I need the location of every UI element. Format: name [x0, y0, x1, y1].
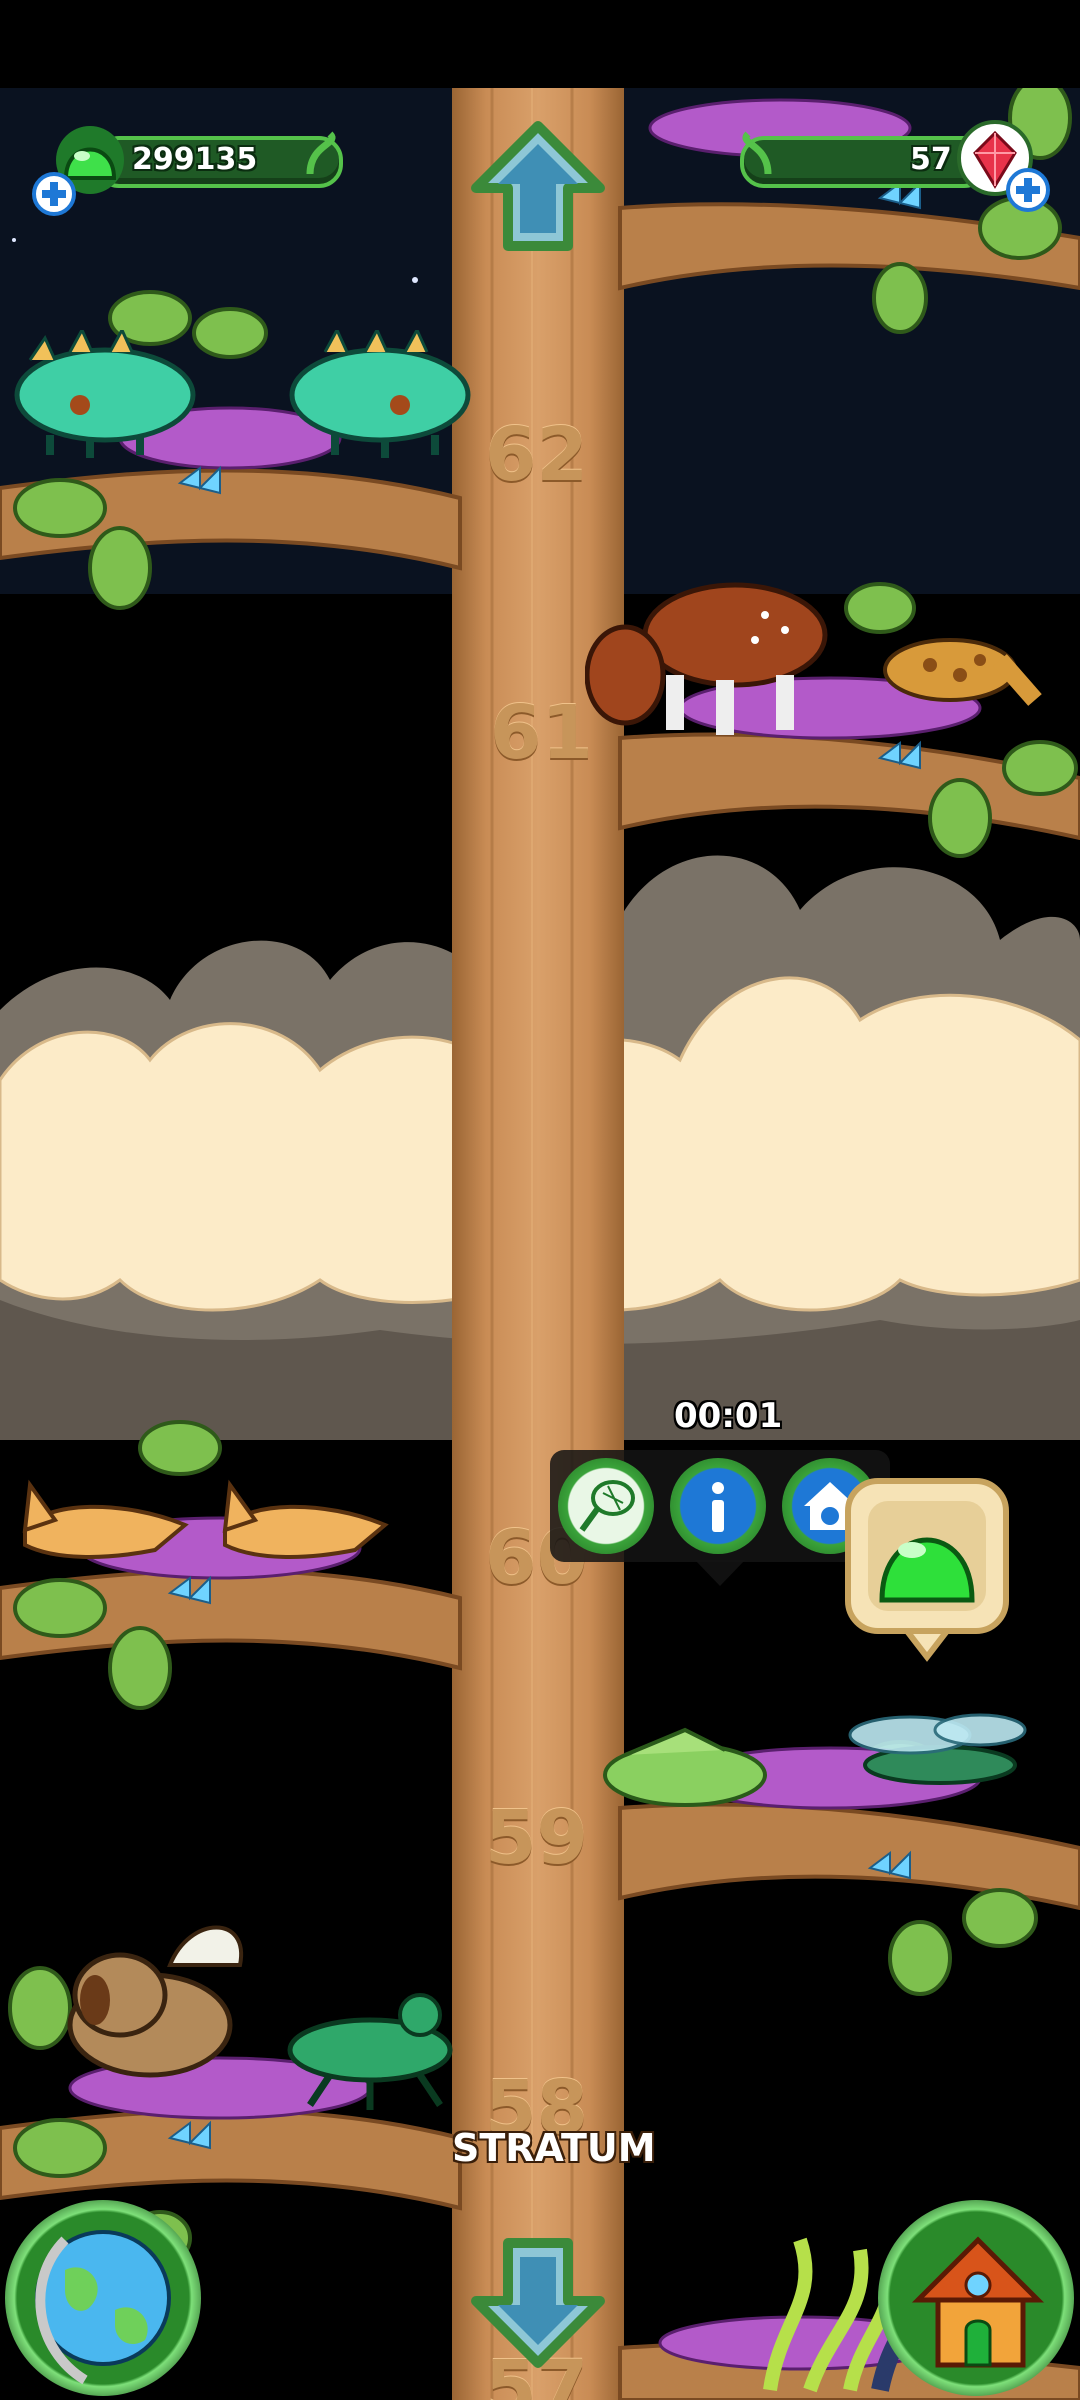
- scroll-down-arrow-button[interactable]: [468, 2235, 608, 2370]
- scroll-up-arrow-button[interactable]: [468, 118, 608, 253]
- giraffe-creature[interactable]: [880, 620, 1050, 730]
- catch-net-button[interactable]: [558, 1458, 654, 1554]
- winged-dog-creature[interactable]: [50, 1905, 250, 2085]
- floor-number: 59: [485, 1795, 588, 1881]
- breeding-timer: 00:01: [674, 1396, 783, 1436]
- net-icon: [579, 1480, 635, 1532]
- horse-creature[interactable]: [585, 565, 835, 735]
- plus-icon: [42, 182, 66, 206]
- world-map-button[interactable]: [5, 2200, 201, 2396]
- game-screen: 62 61 60 59 58 57 299135 57 00:01 STRATU…: [0, 0, 1080, 2400]
- dragonfly-creature[interactable]: [830, 1695, 1030, 1815]
- add-jelly-button[interactable]: [32, 172, 76, 216]
- jelly-collect-bubble[interactable]: [842, 1475, 1012, 1665]
- plus-icon: [1016, 178, 1040, 202]
- vine-icon: [306, 131, 336, 175]
- info-icon: [712, 1482, 724, 1532]
- gem-count: 57: [910, 142, 952, 177]
- stratum-label: STRATUM: [452, 2126, 656, 2170]
- home-button[interactable]: [878, 2200, 1074, 2396]
- add-gem-button[interactable]: [1006, 168, 1050, 212]
- locust-creature[interactable]: [595, 1715, 775, 1825]
- mantis-creature[interactable]: [270, 1985, 470, 2115]
- action-bar-pointer: [695, 1560, 745, 1586]
- jelly-count: 299135: [132, 142, 258, 177]
- floor-number: 62: [485, 412, 588, 498]
- fox-creature[interactable]: [205, 1470, 405, 1570]
- vine-icon: [742, 131, 772, 175]
- fox-creature[interactable]: [5, 1470, 205, 1570]
- house-icon: [911, 2236, 1045, 2368]
- lizard-creature[interactable]: [10, 330, 200, 460]
- floor-number: 61: [490, 690, 593, 776]
- globe-icon: [35, 2230, 171, 2385]
- info-button[interactable]: [670, 1458, 766, 1554]
- lizard-creature[interactable]: [285, 330, 475, 460]
